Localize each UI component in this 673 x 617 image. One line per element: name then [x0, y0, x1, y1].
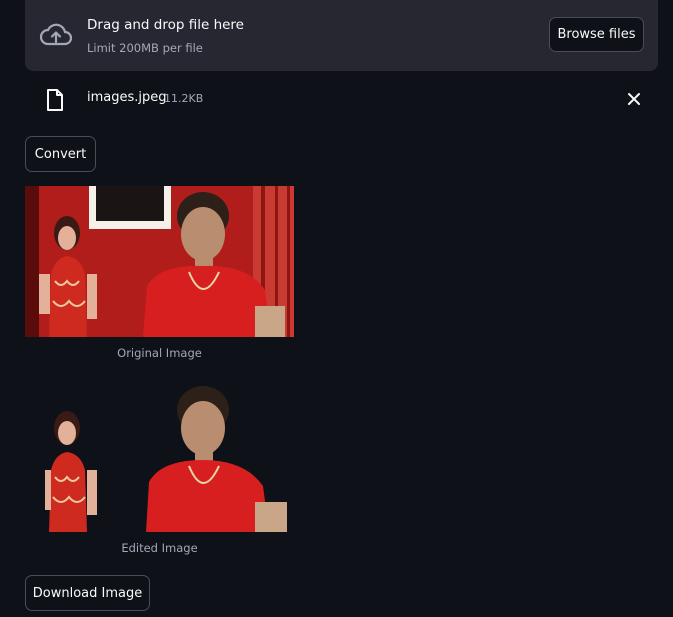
original-image-block: Original Image [25, 186, 294, 360]
original-image [25, 186, 294, 337]
original-image-caption: Original Image [117, 346, 202, 360]
original-photo [25, 186, 294, 337]
app: Drag and drop file here Limit 200MB per … [0, 0, 673, 617]
download-image-button[interactable]: Download Image [25, 575, 150, 611]
file-size: 11.2KB [164, 92, 204, 105]
edited-image-caption: Edited Image [121, 541, 198, 555]
edited-image [25, 382, 294, 532]
browse-files-button[interactable]: Browse files [549, 17, 644, 52]
uploaded-file-row: images.jpeg 11.2KB [25, 80, 658, 118]
edited-photo [45, 386, 287, 532]
file-name: images.jpeg [87, 90, 167, 105]
edited-image-block: Edited Image [25, 382, 294, 555]
dropzone-title: Drag and drop file here [87, 17, 244, 33]
file-dropzone[interactable]: Drag and drop file here Limit 200MB per … [25, 0, 658, 71]
file-icon [47, 89, 63, 111]
cloud-upload-icon [39, 23, 73, 46]
dropzone-limit: Limit 200MB per file [87, 41, 203, 55]
convert-button[interactable]: Convert [25, 136, 96, 172]
close-icon[interactable] [627, 92, 641, 106]
